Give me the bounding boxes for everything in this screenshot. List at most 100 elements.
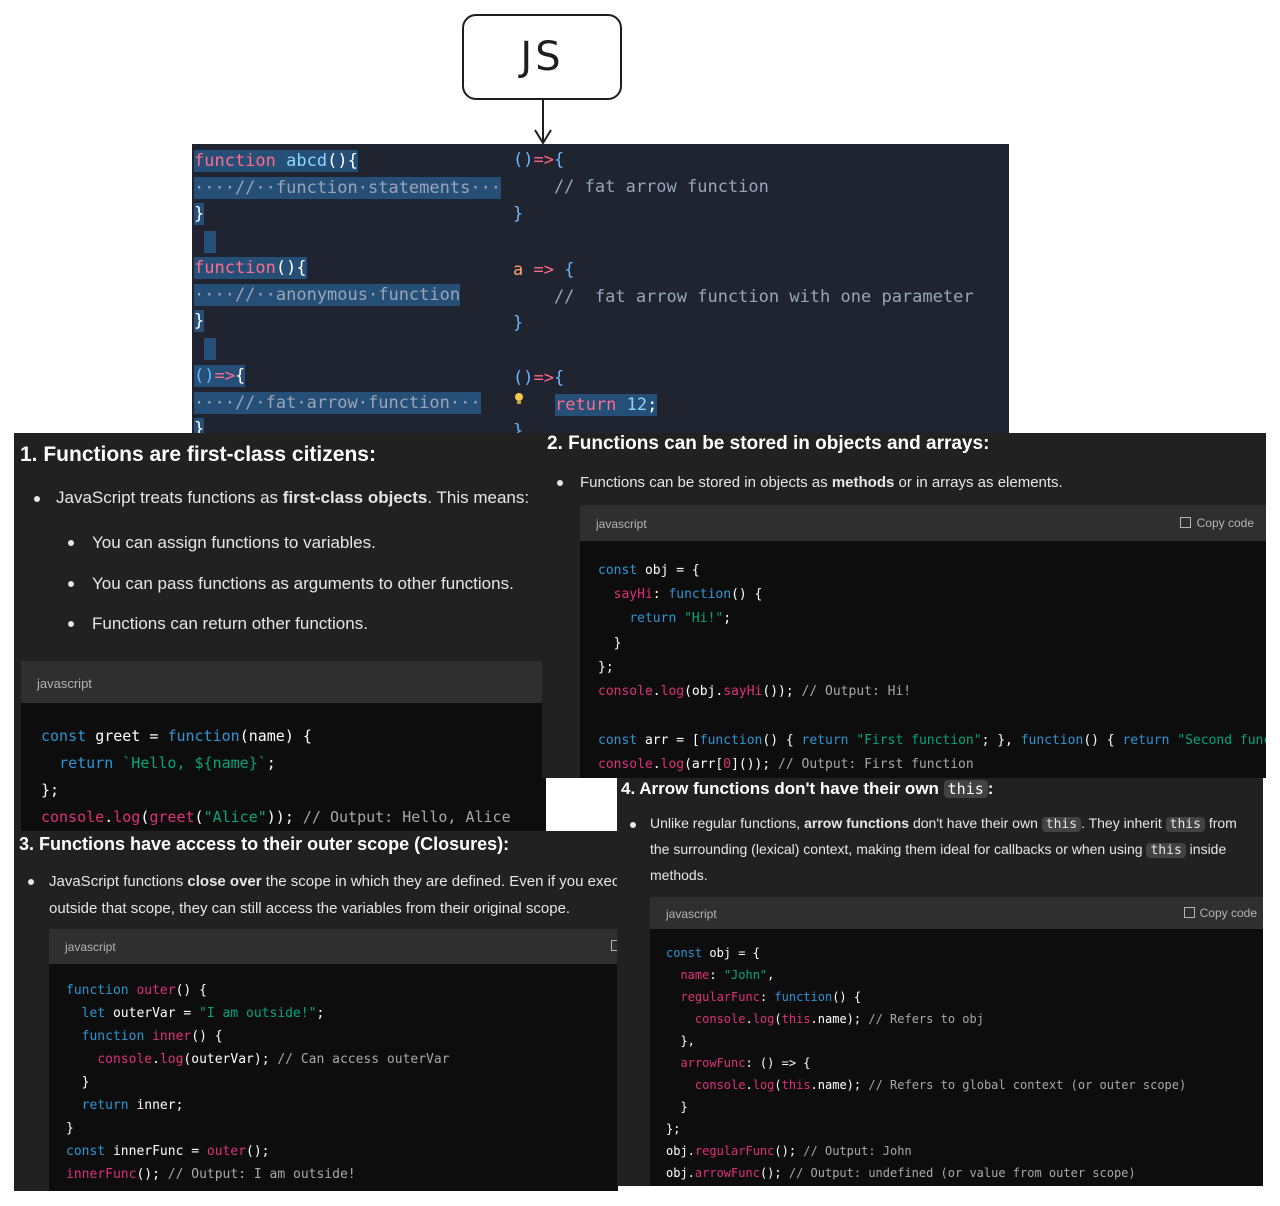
bullet-dot [68, 581, 74, 587]
editor-left-line-8: ····//·fat·arrow·function··· [194, 392, 481, 414]
code-line: const greet = function(name) { [41, 727, 312, 745]
panel-title: 3. Functions have access to their outer … [19, 834, 510, 854]
code-line: const obj = { [666, 946, 760, 960]
panel-closures: 3. Functions have access to their outer … [14, 831, 618, 1191]
code-line: obj.regularFunc(); // Output: John [666, 1144, 912, 1158]
bullet-text-continued: methods. [650, 867, 708, 883]
code-line: return inner; [81, 1098, 184, 1113]
editor-right-line-6: } [513, 313, 524, 333]
editor-left-line-6: } [194, 310, 205, 332]
code-line: return `Hello, ${name}`; [59, 754, 276, 772]
code-block: javascript Copy code const obj = { name:… [650, 897, 1263, 1186]
editor-right-line-3: } [513, 204, 524, 224]
editor-left-line-2: ····//··function·statements··· [194, 177, 502, 199]
bullet-text-continued: the surrounding (lexical) context, makin… [650, 841, 1227, 858]
panel-first-class: 1. Functions are first-class citizens: J… [14, 433, 546, 831]
lightbulb-icon[interactable] [514, 392, 524, 406]
editor-left-line-4: function(){ [194, 257, 307, 279]
code-language: javascript [37, 676, 92, 691]
js-badge: JS [462, 14, 622, 100]
code-line: return "Hi!"; [629, 611, 732, 626]
editor-left-line-5: ····//··anonymous·function [194, 284, 461, 306]
editor-right-line-4: a => { [513, 260, 575, 280]
bullet-text: JavaScript functions close over the scop… [49, 873, 618, 890]
bullet-text-continued: outside that scope, they can still acces… [49, 900, 571, 917]
code-line: }; [666, 1122, 681, 1136]
copy-code-button[interactable]: Copy code [1179, 516, 1254, 530]
code-line: const innerFunc = outer(); [66, 1144, 270, 1159]
copy-icon [1179, 517, 1191, 528]
bullet-dot [34, 496, 40, 502]
code-line: sayHi: function() { [613, 587, 763, 602]
code-header: javascript Copy code [580, 505, 1266, 541]
code-block: javascript Copy code const obj = { sayHi… [580, 505, 1266, 778]
bullet-text: Unlike regular functions, arrow function… [650, 815, 1237, 832]
code-line: }; [41, 781, 60, 799]
code-block: javascript const greet = function(name) … [21, 661, 546, 831]
code-line: } [598, 636, 622, 651]
panel-title: 4. Arrow functions don't have their own … [621, 779, 994, 798]
panel-title: 2. Functions can be stored in objects an… [547, 433, 990, 454]
editor-left-line-3: } [194, 203, 205, 225]
code-line: } [66, 1121, 74, 1136]
code-line: } [666, 1100, 688, 1114]
bullet-text: Functions can be stored in objects as me… [580, 474, 1063, 491]
bullet-dot [68, 540, 74, 546]
panel-title: 1. Functions are first-class citizens: [20, 443, 376, 466]
code-line: function inner() { [81, 1029, 223, 1044]
copy-code-label: Copy code [1199, 906, 1257, 920]
code-line: console.log(this.name); // Refers to glo… [694, 1078, 1187, 1092]
code-language: javascript [596, 517, 647, 531]
code-line: const arr = [function() { return "First … [598, 733, 1266, 748]
code-line: function outer() { [66, 983, 207, 998]
editor-right-line-8: return 12; [555, 394, 658, 416]
editor-right-line-7: ()=>{ [513, 368, 565, 388]
code-editor: function abcd(){ ····//··function·statem… [192, 144, 1009, 434]
editor-left-line-9: } [194, 418, 205, 434]
bullet-dot [68, 621, 74, 627]
code-line: console.log(outerVar); // Can access out… [97, 1052, 450, 1067]
code-block: javascript function outer() { let outerV… [49, 929, 618, 1191]
code-line: const obj = { [598, 563, 700, 578]
code-line: obj.arrowFunc(); // Output: undefined (o… [666, 1166, 1136, 1180]
bullet-dot [630, 822, 636, 828]
code-line: } [66, 1075, 90, 1090]
code-header: javascript [21, 661, 546, 703]
code-line: arrowFunc: () => { [680, 1056, 811, 1070]
code-language: javascript [666, 907, 717, 921]
bullet-text: JavaScript treats functions as first-cla… [56, 488, 530, 507]
sub-bullet-text: You can assign functions to variables. [92, 533, 376, 552]
copy-icon [1183, 907, 1195, 918]
editor-left-line-1: function abcd(){ [194, 150, 358, 172]
editor-right-line-9: } [513, 421, 524, 434]
editor-right-line-1: ()=>{ [513, 150, 565, 170]
code-line: console.log(this.name); // Refers to obj [694, 1012, 984, 1026]
code-line: }; [598, 660, 614, 675]
code-line: name: "John", [680, 968, 775, 982]
bullet-dot [557, 480, 563, 486]
code-line: innerFunc(); // Output: I am outside! [66, 1167, 356, 1182]
editor-blank-selection [204, 231, 216, 253]
editor-left-line-7: ()=>{ [194, 365, 246, 387]
bullet-dot [28, 879, 34, 885]
js-badge-label: JS [520, 34, 564, 80]
arrow-down-icon [534, 100, 552, 145]
code-language: javascript [65, 940, 116, 954]
code-line: }, [666, 1034, 695, 1048]
editor-right-line-2: // fat arrow function [513, 177, 769, 197]
panel-arrow-this: 4. Arrow functions don't have their own … [617, 778, 1263, 1186]
sub-bullet-text: Functions can return other functions. [92, 614, 368, 633]
code-line: regularFunc: function() { [680, 990, 862, 1004]
copy-code-button[interactable]: Copy code [1183, 906, 1257, 920]
code-line: let outerVar = "I am outside!"; [81, 1006, 325, 1021]
code-line: console.log(obj.sayHi()); // Output: Hi! [598, 684, 912, 699]
code-header: javascript Copy code [650, 897, 1263, 929]
copy-code-label: Copy code [1196, 516, 1254, 530]
code-line: console.log(greet("Alice")); // Output: … [41, 808, 511, 826]
code-line: console.log(arr[0]()); // Output: First … [598, 757, 974, 772]
editor-right-line-5: // fat arrow function with one parameter [513, 287, 974, 307]
panel-objects-arrays: 2. Functions can be stored in objects an… [542, 433, 1266, 778]
editor-blank-selection [204, 338, 216, 360]
code-header: javascript [49, 929, 618, 964]
sub-bullet-text: You can pass functions as arguments to o… [92, 574, 514, 593]
